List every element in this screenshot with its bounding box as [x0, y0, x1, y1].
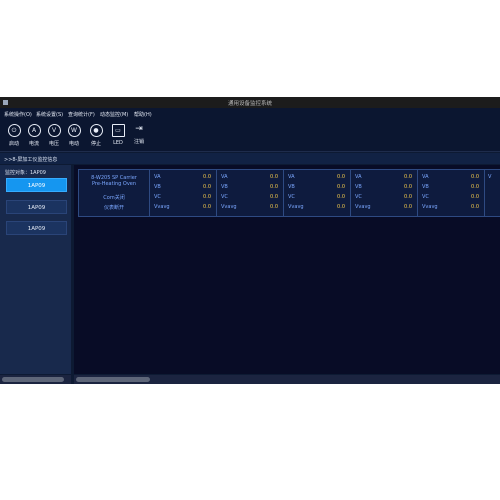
metric-label: Vvavg — [355, 204, 371, 210]
voltage-button[interactable]: V 电压 — [44, 122, 64, 148]
led-button[interactable]: ▭ LED — [108, 122, 128, 148]
metric-label: V — [488, 174, 492, 180]
metric-value: 0.0 — [471, 204, 479, 210]
metric-value: 0.0 — [471, 194, 479, 200]
metric-label: VB — [154, 184, 161, 190]
device-title-line2: Pre-Heating Oven — [91, 181, 137, 187]
device-title: 8-W205 SP Carrier Pre-Heating Oven — [79, 175, 149, 187]
ammeter-icon: A — [27, 124, 41, 137]
metric-value: 0.0 — [270, 174, 278, 180]
metric-value: 0.0 — [471, 184, 479, 190]
power-icon: ⏻ — [7, 124, 21, 137]
metric-card: VA 0.0 VB 0.0 VC 0.0 Vvavg 0.0 — [417, 169, 485, 217]
metric-label: Vvavg — [221, 204, 237, 210]
device-item-1[interactable]: 1AP09 — [6, 178, 67, 192]
metric-value: 0.0 — [404, 174, 412, 180]
metric-value: 0.0 — [270, 184, 278, 190]
metric-value: 0.0 — [203, 184, 211, 190]
metric-label: VB — [288, 184, 295, 190]
panel-scroll-thumb[interactable] — [76, 377, 150, 382]
metric-label: Vvavg — [422, 204, 438, 210]
metric-label: VC — [355, 194, 362, 200]
metric-value: 0.0 — [471, 174, 479, 180]
metric-value: 0.0 — [404, 194, 412, 200]
app-window: 通用设备监控系统 系统操作(O) 系统设置(S) 查询统计(F) 动态监控(M)… — [0, 97, 500, 384]
metric-card: VA 0.0 VB 0.0 VC 0.0 Vvavg 0.0 — [350, 169, 418, 217]
metric-value: 0.0 — [337, 184, 345, 190]
wattmeter-icon: W — [67, 124, 81, 137]
window-title: 通用设备监控系统 — [227, 101, 272, 107]
menu-system-settings[interactable]: 系统设置(S) — [36, 111, 63, 118]
menu-bar: 系统操作(O) 系统设置(S) 查询统计(F) 动态监控(M) 帮助(H) — [0, 108, 500, 119]
metric-value: 0.0 — [337, 204, 345, 210]
metric-value: 0.0 — [337, 174, 345, 180]
metric-label: VC — [288, 194, 295, 200]
metric-label: VC — [154, 194, 161, 200]
monitor-icon: ▭ — [111, 124, 125, 137]
toolbar: ⏻ 启动 A 电流 V 电压 W 电动 ● 停止 ▭ LED ⇥ 注销 — [0, 119, 500, 152]
start-label: 启动 — [8, 141, 19, 147]
metric-label: VA — [422, 174, 429, 180]
voltage-label: 电压 — [48, 141, 59, 147]
stop-label: 停止 — [90, 141, 101, 147]
metric-label: VA — [288, 174, 295, 180]
metric-card-partial: V — [484, 169, 500, 217]
menu-system-operation[interactable]: 系统操作(O) — [4, 111, 32, 118]
metric-label: VA — [221, 174, 228, 180]
metric-label: VA — [154, 174, 161, 180]
menu-help[interactable]: 帮助(H) — [134, 111, 152, 118]
power-button[interactable]: W 电动 — [64, 122, 84, 148]
monitor-target-label: 监控对象：1AP09 — [5, 170, 46, 176]
metric-label: VC — [221, 194, 228, 200]
logout-button[interactable]: ⇥ 注销 — [129, 122, 149, 148]
metric-value: 0.0 — [203, 204, 211, 210]
metric-label: VB — [221, 184, 228, 190]
sidebar: 监控对象：1AP09 1AP09 1AP09 1AP09 — [0, 165, 71, 374]
power-label: 电动 — [68, 141, 79, 147]
metric-value: 0.0 — [203, 194, 211, 200]
metric-label: VB — [355, 184, 362, 190]
menu-query-statistics[interactable]: 查询统计(F) — [68, 111, 95, 118]
device-item-2[interactable]: 1AP09 — [6, 200, 67, 214]
sidebar-scrollbar[interactable] — [0, 375, 71, 384]
device-status[interactable]: 仪表断开 — [79, 204, 149, 211]
metric-card: VA 0.0 VB 0.0 VC 0.0 Vvavg 0.0 — [283, 169, 351, 217]
stop-icon: ● — [89, 124, 103, 137]
menu-dynamic-monitor[interactable]: 动态监控(M) — [100, 111, 128, 118]
stop-button[interactable]: ● 停止 — [86, 122, 106, 148]
sidebar-scroll-thumb[interactable] — [2, 377, 64, 382]
device-item-3[interactable]: 1AP09 — [6, 221, 67, 235]
metric-card: VA 0.0 VB 0.0 VC 0.0 Vvavg 0.0 — [149, 169, 217, 217]
metric-value: 0.0 — [404, 184, 412, 190]
metric-value: 0.0 — [404, 204, 412, 210]
led-label: LED — [113, 140, 123, 146]
monitor-panel: 8-W205 SP Carrier Pre-Heating Oven Com关闭… — [74, 165, 500, 374]
device-info-card: 8-W205 SP Carrier Pre-Heating Oven Com关闭… — [78, 169, 150, 217]
metric-card: VA 0.0 VB 0.0 VC 0.0 Vvavg 0.0 — [216, 169, 284, 217]
metric-label: Vvavg — [154, 204, 170, 210]
current-label: 电流 — [28, 141, 39, 147]
title-bar: 通用设备监控系统 — [0, 97, 500, 108]
metric-label: Vvavg — [288, 204, 304, 210]
metric-value: 0.0 — [270, 194, 278, 200]
breadcrumb: >>8-屏加工仪监控信息 — [0, 153, 500, 164]
com-status[interactable]: Com关闭 — [79, 194, 149, 201]
voltmeter-icon: V — [47, 124, 61, 137]
start-button[interactable]: ⏻ 启动 — [4, 122, 24, 148]
metric-value: 0.0 — [337, 194, 345, 200]
current-button[interactable]: A 电流 — [24, 122, 44, 148]
logout-icon: ⇥ — [135, 124, 143, 134]
metric-value: 0.0 — [203, 174, 211, 180]
breadcrumb-text: >>8-屏加工仪监控信息 — [4, 157, 58, 163]
panel-scrollbar[interactable] — [74, 375, 500, 384]
metric-label: VA — [355, 174, 362, 180]
metric-value: 0.0 — [270, 204, 278, 210]
metric-label: VC — [422, 194, 429, 200]
logout-label: 注销 — [133, 139, 144, 145]
metric-label: VB — [422, 184, 429, 190]
